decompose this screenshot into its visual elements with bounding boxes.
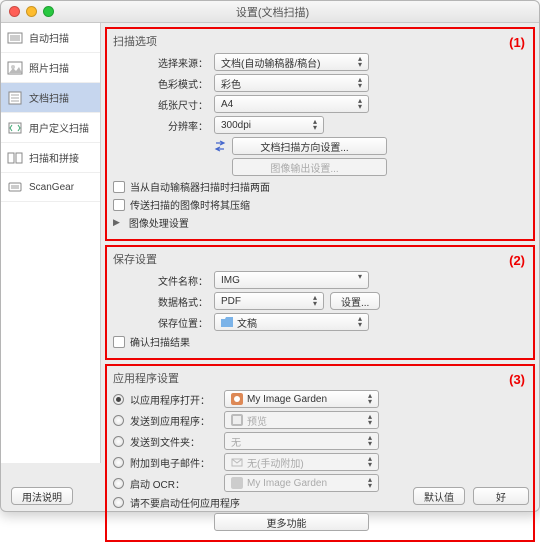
scan-options-section: (1) 扫描选项 选择来源： 文档(自动输稿器/稿台)▴▾ 色彩模式： 彩色▴▾… <box>105 27 535 241</box>
resolution-select[interactable]: 300dpi▴▾ <box>214 116 324 134</box>
sidebar-item-document[interactable]: 文档扫描 <box>1 83 100 113</box>
attach-email-select: 无(手动附加)▴▾ <box>224 453 379 471</box>
sidebar-item-label: 用户定义扫描 <box>29 120 89 135</box>
open-with-select[interactable]: My Image Garden▴▾ <box>224 390 379 408</box>
sidebar-item-auto[interactable]: 自动扫描 <box>1 23 100 53</box>
send-app-select: 预览▴▾ <box>224 411 379 429</box>
section-number-2: (2) <box>509 253 525 268</box>
footer: 用法说明 默认值 好 <box>1 487 539 505</box>
defaults-button[interactable]: 默认值 <box>413 487 465 505</box>
select-arrows-icon: ▴▾ <box>355 316 365 328</box>
select-arrows-icon: ▴▾ <box>365 414 375 426</box>
sidebar-item-custom[interactable]: 用户定义扫描 <box>1 113 100 143</box>
scangear-icon <box>7 180 23 194</box>
sidebar-item-scangear[interactable]: ScanGear <box>1 173 100 202</box>
titlebar: 设置(文档扫描) <box>1 1 539 23</box>
send-folder-label: 发送到文件夹： <box>130 434 218 449</box>
content: (1) 扫描选项 选择来源： 文档(自动输稿器/稿台)▴▾ 色彩模式： 彩色▴▾… <box>101 23 539 463</box>
format-settings-button[interactable]: 设置... <box>330 292 380 310</box>
radio-send-folder[interactable] <box>113 436 124 447</box>
sidebar-item-label: 扫描和拼接 <box>29 150 79 165</box>
select-arrows-icon: ▴▾ <box>310 295 320 307</box>
sidebar-item-label: 照片扫描 <box>29 60 69 75</box>
ok-button[interactable]: 好 <box>473 487 529 505</box>
attach-email-label: 附加到电子邮件： <box>130 455 218 470</box>
papersize-select[interactable]: A4▴▾ <box>214 95 369 113</box>
document-scan-icon <box>7 91 23 105</box>
papersize-label: 纸张尺寸： <box>113 97 208 112</box>
preview-app-icon <box>231 414 243 426</box>
section-number-3: (3) <box>509 372 525 387</box>
colormode-select[interactable]: 彩色▴▾ <box>214 74 369 92</box>
format-select[interactable]: PDF▴▾ <box>214 292 324 310</box>
select-arrows-icon: ▴▾ <box>365 393 375 405</box>
section-title: 扫描选项 <box>113 33 527 49</box>
window-title: 设置(文档扫描) <box>14 4 531 20</box>
sidebar-item-label: 文档扫描 <box>29 90 69 105</box>
orientation-icon <box>214 140 226 152</box>
radio-send-app[interactable] <box>113 415 124 426</box>
resolution-label: 分辨率： <box>113 118 208 133</box>
confirm-results-checkbox-row[interactable]: 确认扫描结果 <box>113 334 527 349</box>
send-app-label: 发送到应用程序： <box>130 413 218 428</box>
sidebar-item-stitch[interactable]: 扫描和拼接 <box>1 143 100 173</box>
sidebar: 自动扫描 照片扫描 文档扫描 用户定义扫描 扫描和拼接 ScanGear <box>1 23 101 463</box>
select-arrows-icon: ▴▾ <box>365 456 375 468</box>
send-folder-select: 无▴▾ <box>224 432 379 450</box>
checkbox-icon <box>113 199 125 211</box>
sidebar-item-label: ScanGear <box>29 182 74 193</box>
filename-combo[interactable]: IMG▾ <box>214 271 369 289</box>
source-select[interactable]: 文档(自动输稿器/稿台)▴▾ <box>214 53 369 71</box>
checkbox-icon <box>113 181 125 193</box>
savein-label: 保存位置： <box>113 315 208 330</box>
source-label: 选择来源： <box>113 55 208 70</box>
disclosure-triangle-icon: ▶ <box>113 217 120 228</box>
custom-scan-icon <box>7 121 23 135</box>
stitch-scan-icon <box>7 151 23 165</box>
image-processing-disclosure[interactable]: ▶ 图像处理设置 <box>113 215 527 230</box>
section-number-1: (1) <box>509 35 525 50</box>
app-settings-section: (3) 应用程序设置 以应用程序打开： My Image Garden▴▾ 发送… <box>105 364 535 542</box>
open-with-label: 以应用程序打开： <box>130 392 218 407</box>
scan-both-sides-checkbox-row[interactable]: 当从自动输稿器扫描时扫描两面 <box>113 179 527 194</box>
body: 自动扫描 照片扫描 文档扫描 用户定义扫描 扫描和拼接 ScanGear <box>1 23 539 463</box>
section-title: 保存设置 <box>113 251 527 267</box>
section-title: 应用程序设置 <box>113 370 527 386</box>
instructions-button[interactable]: 用法说明 <box>11 487 73 505</box>
select-arrows-icon: ▴▾ <box>355 98 365 110</box>
radio-attach-email[interactable] <box>113 457 124 468</box>
more-functions-button[interactable]: 更多功能 <box>214 513 369 531</box>
checkbox-icon <box>113 336 125 348</box>
filename-label: 文件名称： <box>113 273 208 288</box>
select-arrows-icon: ▴▾ <box>365 435 375 447</box>
radio-open-with[interactable] <box>113 394 124 405</box>
sidebar-item-photo[interactable]: 照片扫描 <box>1 53 100 83</box>
app-icon <box>231 393 243 405</box>
settings-window: 设置(文档扫描) 自动扫描 照片扫描 文档扫描 用户定义扫描 扫描和拼接 <box>0 0 540 512</box>
savein-select[interactable]: 文稿▴▾ <box>214 313 369 331</box>
select-arrows-icon: ▴▾ <box>355 56 365 68</box>
photo-scan-icon <box>7 61 23 75</box>
select-arrows-icon: ▴▾ <box>310 119 320 131</box>
folder-icon <box>221 317 233 327</box>
mail-icon <box>231 456 243 468</box>
auto-scan-icon <box>7 31 23 45</box>
orientation-settings-button[interactable]: 文档扫描方向设置... <box>232 137 387 155</box>
output-settings-button: 图像输出设置... <box>232 158 387 176</box>
sidebar-item-label: 自动扫描 <box>29 30 69 45</box>
format-label: 数据格式： <box>113 294 208 309</box>
select-arrows-icon: ▴▾ <box>355 77 365 89</box>
compress-checkbox-row[interactable]: 传送扫描的图像时将其压缩 <box>113 197 527 212</box>
dropdown-arrow-icon: ▾ <box>355 274 365 280</box>
save-settings-section: (2) 保存设置 文件名称： IMG▾ 数据格式： PDF▴▾ 设置... 保存… <box>105 245 535 360</box>
colormode-label: 色彩模式： <box>113 76 208 91</box>
